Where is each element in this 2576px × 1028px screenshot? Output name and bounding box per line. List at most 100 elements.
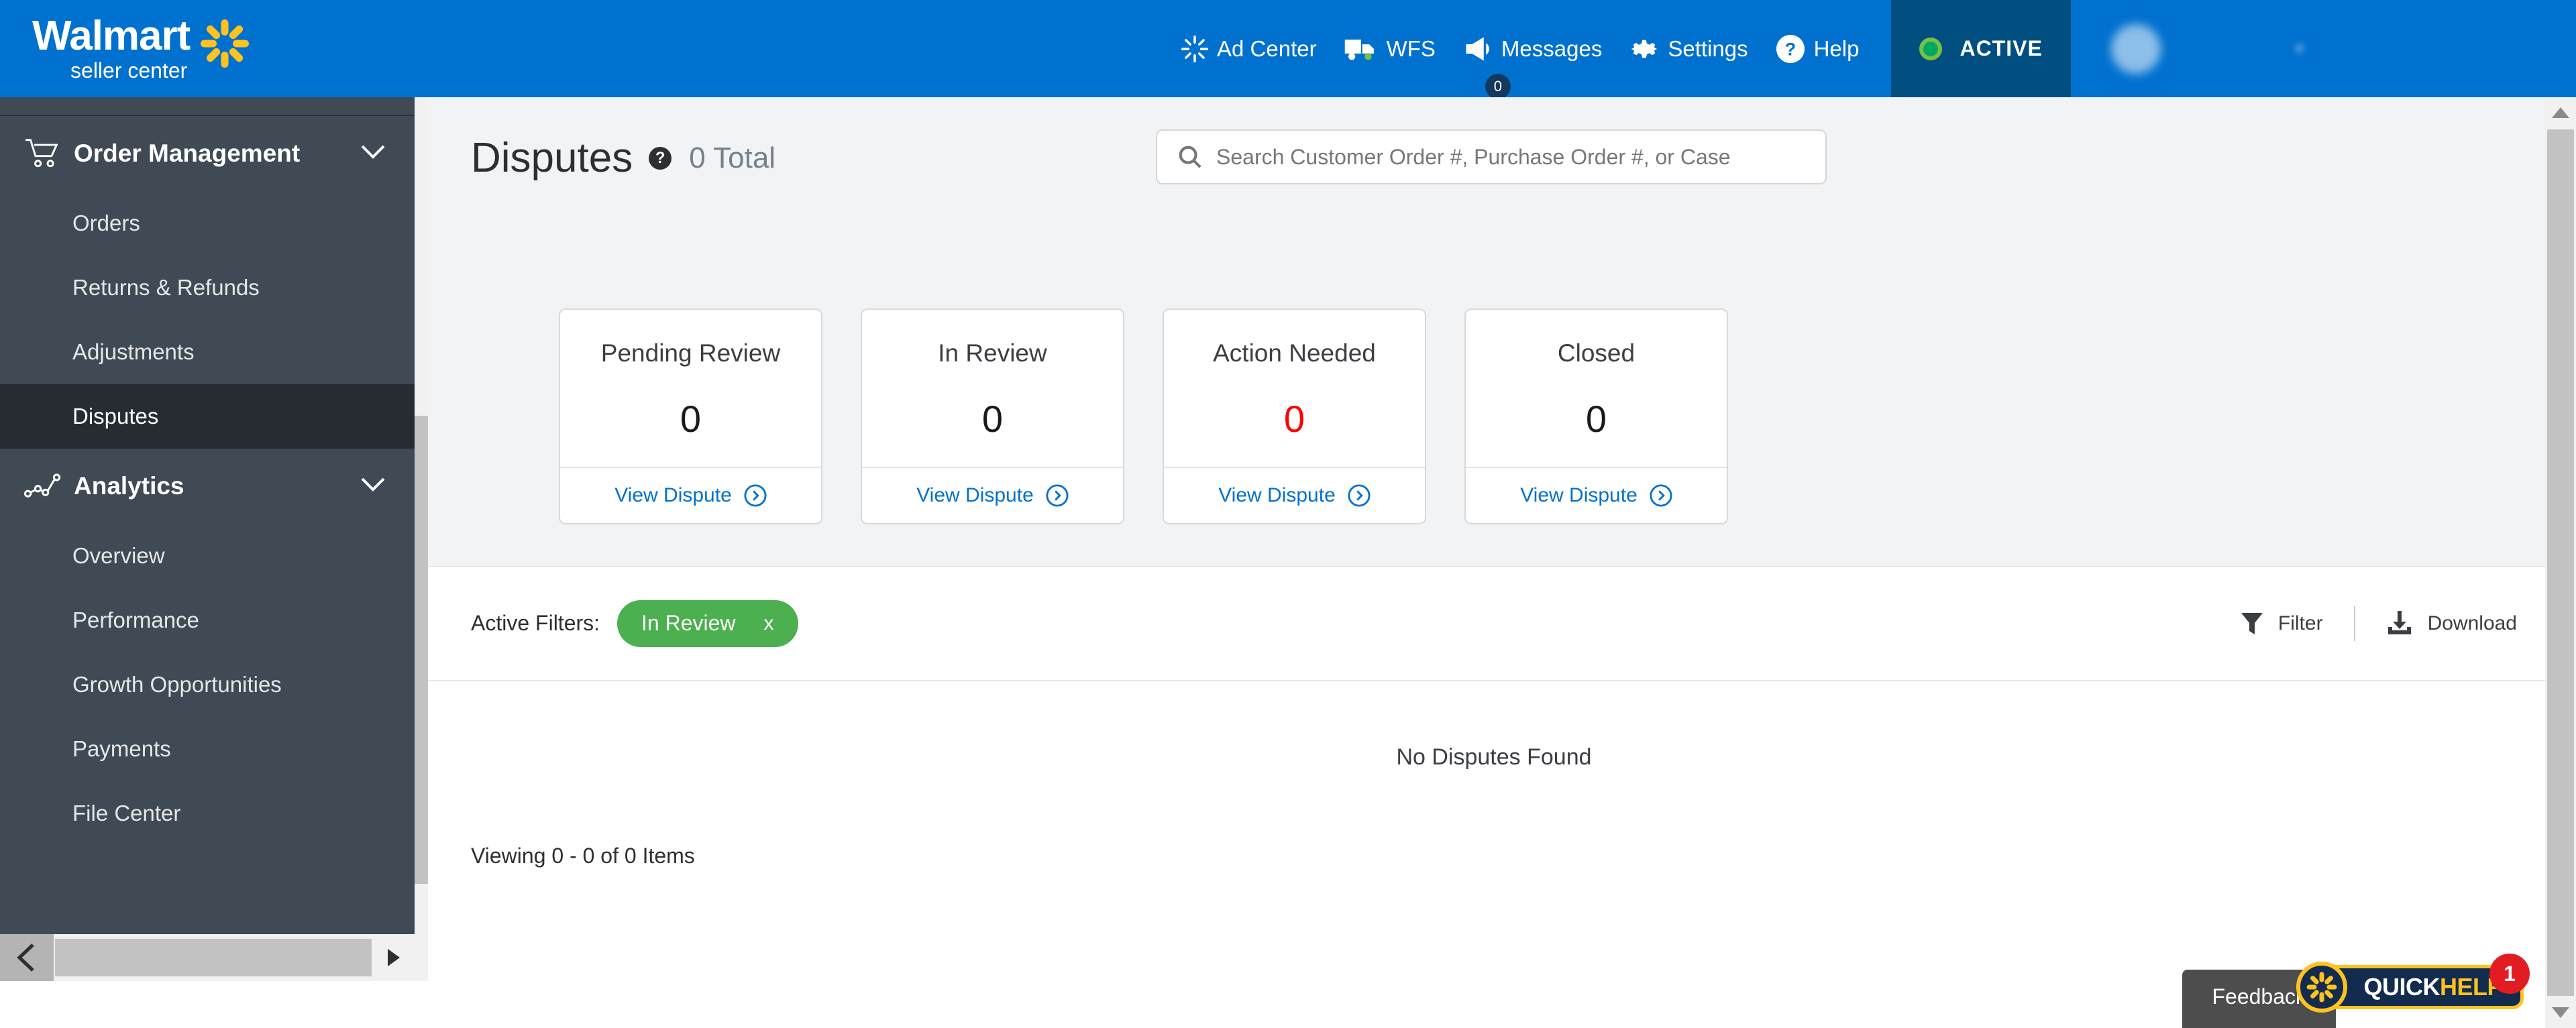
- empty-state-message: No Disputes Found: [1396, 744, 1592, 770]
- view-dispute-link[interactable]: View Dispute: [1164, 467, 1425, 523]
- truck-icon: [1344, 36, 1379, 62]
- user-menu[interactable]: ▾: [2110, 23, 2304, 74]
- status-badge-active[interactable]: ACTIVE: [1891, 0, 2071, 97]
- card-body: Closed 0: [1466, 310, 1727, 467]
- filter-bar-actions: Filter Download: [2241, 606, 2517, 641]
- download-button-label: Download: [2427, 612, 2517, 634]
- divider: [2353, 606, 2355, 641]
- sidebar-item-disputes[interactable]: Disputes: [0, 384, 415, 449]
- card-body: Action Needed 0: [1164, 310, 1425, 467]
- total-count: 0 Total: [689, 141, 776, 174]
- nav-label-help: Help: [1813, 36, 1860, 61]
- brand-subtitle: seller center: [70, 58, 188, 82]
- main-vertical-scrollbar[interactable]: [2545, 97, 2576, 1028]
- chevron-down-icon: ▾: [2295, 38, 2304, 58]
- quickhelp-widget[interactable]: QUICK HELP 1: [2296, 954, 2530, 1013]
- chevron-down-icon[interactable]: [361, 142, 385, 165]
- status-dot-icon: [1919, 37, 1943, 60]
- sidebar-collapse-button[interactable]: [0, 934, 54, 981]
- nav-label-wfs: WFS: [1386, 36, 1436, 61]
- sidebar: Order Management Orders Returns & Refund…: [0, 97, 415, 981]
- walmart-seller-center-logo[interactable]: Walmart seller center: [32, 12, 250, 82]
- card-value: 0: [1283, 398, 1305, 440]
- sidebar-item-overview[interactable]: Overview: [0, 524, 415, 588]
- sidebar-item-payments[interactable]: Payments: [0, 717, 415, 781]
- top-header: Walmart seller center Ad Center WFS 0 Me…: [0, 0, 2576, 99]
- arrow-right-circle-icon: [1348, 484, 1371, 507]
- brand-name: Walmart: [32, 12, 191, 59]
- sidebar-section-label: Analytics: [74, 472, 184, 500]
- page-title: Disputes: [471, 135, 633, 181]
- view-dispute-link[interactable]: View Dispute: [1466, 467, 1727, 523]
- funnel-icon: [2241, 612, 2263, 636]
- card-title: Pending Review: [600, 339, 781, 367]
- arrow-right-circle-icon: [1046, 484, 1069, 507]
- disputes-table-area: No Disputes Found Viewing 0 - 0 of 0 Ite…: [428, 681, 2560, 882]
- sidebar-vertical-scroll-thumb[interactable]: [415, 416, 428, 884]
- sidebar-item-file-center[interactable]: File Center: [0, 781, 415, 846]
- sidebar-item-returns-refunds[interactable]: Returns & Refunds: [0, 255, 415, 320]
- sidebar-horizontal-scrollbar[interactable]: [0, 934, 415, 981]
- card-body: In Review 0: [862, 310, 1123, 467]
- nav-item-wfs[interactable]: WFS: [1344, 36, 1436, 62]
- top-nav: Ad Center WFS 0 Messages Settings ? Help…: [1181, 0, 2304, 99]
- view-dispute-label: View Dispute: [916, 484, 1034, 506]
- user-name: [2182, 36, 2268, 62]
- quickhelp-notification-count: 1: [2489, 954, 2530, 994]
- sidebar-scroll-thumb[interactable]: [55, 939, 372, 976]
- scroll-up-arrow[interactable]: [2545, 97, 2576, 128]
- gear-icon: [1629, 34, 1660, 64]
- nav-item-ad-center[interactable]: Ad Center: [1181, 35, 1317, 63]
- pagination-summary: Viewing 0 - 0 of 0 Items: [471, 844, 695, 868]
- sidebar-item-growth-opportunities[interactable]: Growth Opportunities: [0, 652, 415, 717]
- messages-badge: 0: [1485, 73, 1511, 99]
- card-value: 0: [1585, 398, 1607, 440]
- search-input[interactable]: [1216, 144, 1805, 170]
- status-cards: Pending Review 0 View Dispute In Review …: [559, 308, 1728, 524]
- search-icon: [1177, 144, 1203, 170]
- view-dispute-link[interactable]: View Dispute: [560, 467, 821, 523]
- quickhelp-pill[interactable]: QUICK HELP 1: [2296, 954, 2530, 1013]
- card-title: Action Needed: [1213, 339, 1376, 367]
- line-chart-icon: [24, 472, 66, 500]
- help-tooltip-icon[interactable]: ?: [649, 146, 672, 170]
- svg-text:?: ?: [1784, 39, 1795, 59]
- filter-button[interactable]: Filter: [2241, 612, 2323, 636]
- nav-label-ad-center: Ad Center: [1217, 36, 1317, 61]
- status-card-pending-review[interactable]: Pending Review 0 View Dispute: [559, 308, 822, 524]
- status-card-closed[interactable]: Closed 0 View Dispute: [1464, 308, 1728, 524]
- card-value: 0: [680, 398, 702, 440]
- sidebar-item-orders[interactable]: Orders: [0, 191, 415, 255]
- close-icon[interactable]: x: [764, 612, 774, 635]
- nav-item-messages[interactable]: 0 Messages: [1462, 35, 1603, 99]
- filter-bar: Active Filters: In Review x Filter Downl…: [428, 567, 2560, 681]
- sidebar-section-analytics[interactable]: Analytics: [0, 449, 415, 524]
- arrow-right-circle-icon: [744, 484, 767, 507]
- filter-chip-in-review[interactable]: In Review x: [617, 599, 798, 647]
- sidebar-top-strip: [0, 97, 415, 116]
- view-dispute-label: View Dispute: [1520, 484, 1638, 506]
- sidebar-scroll-right-arrow[interactable]: [373, 934, 415, 981]
- question-circle-icon: ?: [1775, 34, 1806, 64]
- card-value: 0: [981, 398, 1004, 440]
- sidebar-section-order-management[interactable]: Order Management: [0, 116, 415, 191]
- download-button[interactable]: Download: [2386, 610, 2517, 636]
- sidebar-item-adjustments[interactable]: Adjustments: [0, 320, 415, 384]
- status-card-in-review[interactable]: In Review 0 View Dispute: [861, 308, 1124, 524]
- view-dispute-link[interactable]: View Dispute: [862, 467, 1123, 523]
- view-dispute-label: View Dispute: [1218, 484, 1336, 506]
- filter-button-label: Filter: [2277, 612, 2323, 634]
- nav-item-settings[interactable]: Settings: [1629, 34, 1748, 64]
- scroll-down-arrow[interactable]: [2545, 997, 2576, 1028]
- nav-item-help[interactable]: ? Help: [1775, 34, 1860, 64]
- shopping-cart-icon: [24, 137, 66, 170]
- card-title: In Review: [938, 339, 1047, 367]
- search-box[interactable]: [1156, 129, 1827, 184]
- megaphone-icon: [1462, 35, 1493, 63]
- nav-label-messages: Messages: [1501, 36, 1603, 61]
- status-card-action-needed[interactable]: Action Needed 0 View Dispute: [1163, 308, 1426, 524]
- main-scroll-thumb[interactable]: [2547, 129, 2574, 996]
- app-root: Walmart seller center Ad Center WFS 0 Me…: [0, 0, 2576, 1028]
- sidebar-item-performance[interactable]: Performance: [0, 588, 415, 652]
- chevron-down-icon[interactable]: [361, 475, 385, 498]
